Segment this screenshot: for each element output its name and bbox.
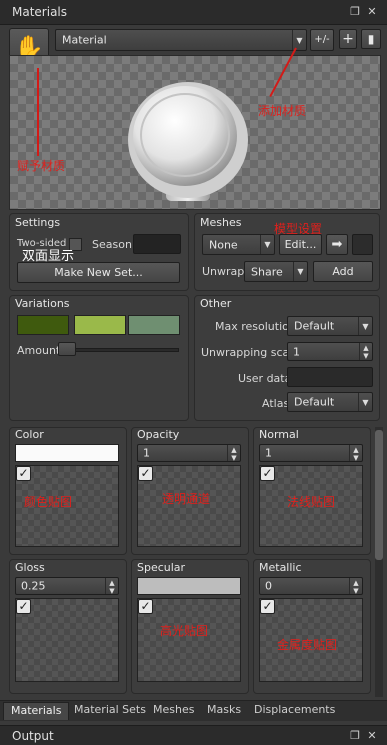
spin-arrows-icon[interactable]: ▲ ▼ (227, 445, 240, 462)
float-icon[interactable]: ❐ (348, 729, 362, 743)
unwrapping-scale-label: Unwrapping scale (201, 346, 300, 359)
panel-title: Materials (12, 5, 68, 19)
color-channel-title: Color (15, 428, 44, 441)
specular-swatch[interactable] (137, 577, 241, 595)
tab-meshes[interactable]: Meshes (146, 702, 201, 720)
add-material-annotation: 添加材质 (258, 104, 307, 118)
plus-icon: + (342, 31, 354, 47)
unwrapping-scale-value: 1 (293, 345, 300, 358)
arrow-right-button[interactable]: ➡ (326, 234, 348, 255)
metallic-input[interactable]: 0 ▲ ▼ (259, 577, 363, 595)
opacity-channel-title: Opacity (137, 428, 180, 441)
new-material-button[interactable]: + (339, 29, 357, 49)
opacity-map-checkbox[interactable]: ✓ (138, 466, 153, 481)
clipboard-icon: ▮ (367, 32, 375, 46)
gloss-channel-title: Gloss (15, 561, 45, 574)
paste-material-button[interactable]: ▮ (361, 29, 381, 49)
unwrapping-scale-input[interactable]: 1 ▲ ▼ (287, 342, 373, 361)
edit-mesh-button[interactable]: Edit... (279, 234, 322, 255)
metallic-value: 0 (265, 579, 272, 593)
materials-titlebar: Materials ❐ ✕ (0, 0, 387, 25)
atlas-select[interactable]: Default ▼ (287, 392, 373, 412)
spin-arrows-icon[interactable]: ▲ ▼ (349, 445, 362, 462)
settings-title: Settings (15, 216, 61, 229)
unwrap-select[interactable]: Share ▼ (244, 261, 308, 282)
assign-material-annotation: 赋予材质 (17, 159, 66, 173)
tab-masks[interactable]: Masks (200, 702, 248, 720)
season-label: Season (92, 238, 132, 251)
variations-panel (9, 295, 189, 421)
amount-slider-handle[interactable] (58, 342, 76, 356)
material-preview[interactable] (9, 55, 381, 210)
metallic-map-annotation: 金属度贴图 (277, 638, 338, 652)
user-data-field[interactable] (287, 367, 373, 387)
material-select[interactable]: Material ▼ (55, 29, 307, 51)
add-mesh-button[interactable]: Add (313, 261, 373, 282)
specular-channel-title: Specular (137, 561, 186, 574)
gloss-value: 0.25 (21, 579, 46, 593)
arrow-right-icon: ➡ (331, 237, 343, 252)
metallic-channel-title: Metallic (259, 561, 302, 574)
normal-channel-title: Normal (259, 428, 299, 441)
season-field[interactable] (133, 234, 181, 254)
tab-displacements[interactable]: Displacements (247, 702, 342, 720)
scrollbar-thumb[interactable] (375, 430, 383, 560)
normal-map-annotation: 法线贴图 (287, 495, 336, 509)
opacity-map-annotation: 透明通道 (162, 492, 211, 506)
unwrap-label: Unwrap (202, 265, 245, 278)
gloss-input[interactable]: 0.25 ▲ ▼ (15, 577, 119, 595)
chevron-down-icon: ▼ (260, 235, 274, 254)
gloss-map-checkbox[interactable]: ✓ (16, 599, 31, 614)
variation-swatch-1[interactable] (17, 315, 69, 335)
mesh-select[interactable]: None ▼ (202, 234, 275, 255)
normal-input[interactable]: 1 ▲ ▼ (259, 444, 363, 462)
color-map-annotation: 颜色贴图 (24, 495, 73, 509)
chevron-down-icon: ▼ (358, 317, 372, 335)
color-map-checkbox[interactable]: ✓ (16, 466, 31, 481)
add-remove-material-button[interactable]: +/- (310, 29, 334, 51)
opacity-value: 1 (143, 446, 150, 460)
amount-slider-track[interactable] (58, 348, 179, 352)
max-resolution-select[interactable]: Default ▼ (287, 316, 373, 336)
make-new-set-button[interactable]: Make New Set... (17, 262, 180, 283)
user-data-label: User data (238, 372, 292, 385)
opacity-input[interactable]: 1 ▲ ▼ (137, 444, 241, 462)
mesh-select-value: None (209, 238, 238, 251)
metallic-map-checkbox[interactable]: ✓ (260, 599, 275, 614)
max-resolution-label: Max resolution (215, 320, 296, 333)
close-icon[interactable]: ✕ (365, 729, 379, 743)
normal-value: 1 (265, 446, 272, 460)
preview-sphere-icon (128, 82, 248, 201)
spin-arrows-icon[interactable]: ▲ ▼ (105, 578, 118, 595)
chevron-down-icon: ▼ (293, 262, 307, 281)
output-titlebar: Output ❐ ✕ (0, 725, 387, 745)
variation-swatch-3[interactable] (128, 315, 180, 335)
meshes-title: Meshes (200, 216, 242, 229)
output-title: Output (12, 729, 54, 743)
variation-swatch-2[interactable] (74, 315, 126, 335)
normal-map-checkbox[interactable]: ✓ (260, 466, 275, 481)
close-icon[interactable]: ✕ (365, 5, 379, 19)
material-select-value: Material (62, 33, 107, 47)
max-resolution-value: Default (294, 319, 335, 333)
spin-arrows-icon[interactable]: ▲ ▼ (359, 343, 372, 360)
specular-map-checkbox[interactable]: ✓ (138, 599, 153, 614)
spin-arrows-icon[interactable]: ▲ ▼ (349, 578, 362, 595)
mesh-color-swatch[interactable] (352, 234, 373, 255)
color-swatch[interactable] (15, 444, 119, 462)
chevron-down-icon: ▼ (358, 393, 372, 411)
float-icon[interactable]: ❐ (348, 5, 362, 19)
amount-label: Amount (17, 344, 61, 357)
other-title: Other (200, 297, 232, 310)
atlas-value: Default (294, 395, 335, 409)
tab-materials[interactable]: Materials (3, 702, 70, 720)
annotation-line (37, 68, 39, 156)
specular-map-annotation: 高光贴图 (160, 624, 209, 638)
variations-title: Variations (15, 297, 70, 310)
atlas-label: Atlas (262, 397, 290, 410)
unwrap-select-value: Share (251, 265, 283, 278)
tab-material-sets[interactable]: Material Sets (67, 702, 153, 720)
